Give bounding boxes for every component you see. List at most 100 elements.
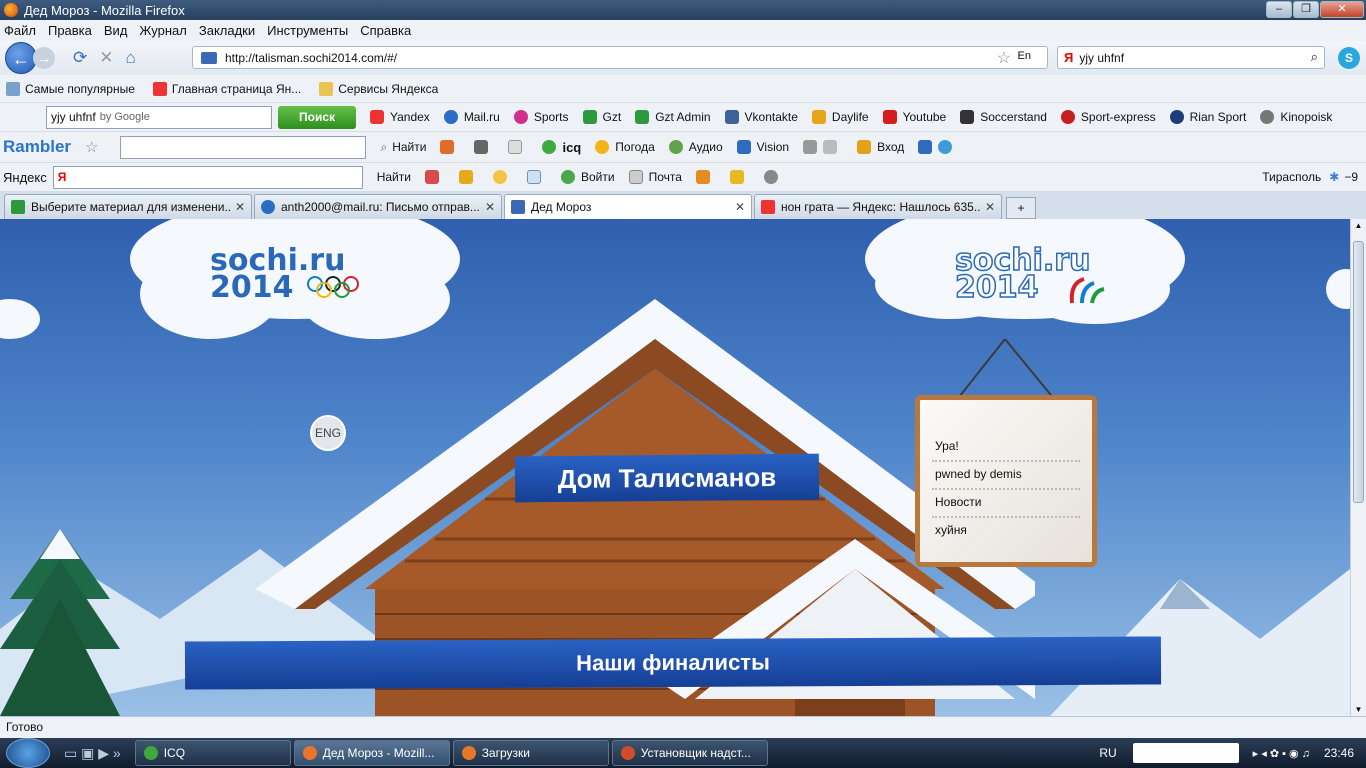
- yandex-spellcheck[interactable]: [526, 170, 547, 184]
- new-tab-button[interactable]: +: [1006, 197, 1036, 219]
- sign-item[interactable]: Новости: [932, 490, 1080, 518]
- sign-item[interactable]: Ура!: [932, 434, 1080, 462]
- language-indicator[interactable]: RU: [1099, 746, 1116, 760]
- menu-help[interactable]: Справка: [360, 23, 411, 38]
- tab-close-icon[interactable]: ✕: [985, 200, 995, 214]
- bookmark-icon: [6, 81, 20, 96]
- link-sport-express[interactable]: Sport-express: [1060, 110, 1156, 124]
- maximize-button[interactable]: ❐: [1293, 1, 1319, 18]
- stop-icon[interactable]: ✕: [99, 48, 113, 68]
- link-kinopoisk[interactable]: Kinopoisk: [1260, 110, 1332, 124]
- bookmark-yandex-home[interactable]: Главная страница Ян...: [152, 81, 301, 96]
- search-engine-icon[interactable]: Я: [1064, 50, 1073, 65]
- link-rian-sport[interactable]: Rian Sport: [1169, 110, 1246, 124]
- bookmark-star-icon[interactable]: ☆: [997, 48, 1011, 68]
- tab-close-icon[interactable]: ✕: [735, 200, 745, 214]
- menu-file[interactable]: Файл: [4, 23, 36, 38]
- rambler-weather[interactable]: Погода: [595, 140, 655, 154]
- taskbar-firefox[interactable]: Дед Мороз - Mozill...: [293, 740, 450, 766]
- rambler-audio[interactable]: Аудио: [668, 140, 723, 154]
- link-youtube[interactable]: Youtube: [882, 110, 946, 124]
- link-yandex[interactable]: Yandex: [370, 110, 430, 124]
- tab-mail[interactable]: anth2000@mail.ru: Письмо отправ... ✕: [254, 194, 502, 219]
- link-vkontakte[interactable]: Vkontakte: [724, 110, 798, 124]
- rambler-login[interactable]: Вход: [857, 140, 904, 154]
- scroll-up-icon[interactable]: ▲: [1351, 219, 1366, 233]
- rambler-pencil[interactable]: [440, 140, 460, 154]
- vertical-scrollbar[interactable]: ▲ ▼: [1350, 219, 1366, 716]
- navigation-sign: Ура! pwned by demis Новости хуйня: [915, 395, 1097, 567]
- link-sports[interactable]: Sports: [513, 110, 569, 124]
- yandex-settings[interactable]: [763, 170, 784, 184]
- weather-widget[interactable]: Тирасполь ✱ −9: [1262, 170, 1358, 184]
- minimize-button[interactable]: –: [1266, 1, 1292, 18]
- close-button[interactable]: ✕: [1320, 1, 1364, 18]
- favorite-star-icon[interactable]: ☆: [85, 138, 98, 156]
- yandex-find-button[interactable]: Найти: [377, 170, 411, 184]
- rambler-search-input[interactable]: [120, 135, 367, 159]
- forward-button[interactable]: →: [33, 47, 55, 69]
- scroll-down-icon[interactable]: ▼: [1351, 705, 1366, 714]
- link-gzt-admin[interactable]: Gzt Admin: [635, 110, 711, 124]
- taskbar-installer[interactable]: Установщик надст...: [611, 740, 768, 766]
- menu-view[interactable]: Вид: [104, 23, 128, 38]
- link-mailru[interactable]: Mail.ru: [443, 110, 500, 124]
- search-box[interactable]: Я yjy uhfnf ⌕: [1057, 46, 1325, 69]
- yandex-pencil[interactable]: [424, 170, 445, 184]
- tab-close-icon[interactable]: ✕: [235, 200, 245, 214]
- scrollbar-thumb[interactable]: [1353, 241, 1364, 503]
- finalists-banner[interactable]: Наши финалисты: [184, 636, 1162, 690]
- pencil-icon: [440, 140, 455, 154]
- menu-bookmarks[interactable]: Закладки: [199, 23, 255, 38]
- rambler-mail[interactable]: [508, 140, 528, 154]
- yandex-label[interactable]: Яндекс: [3, 170, 47, 185]
- google-desktop-search[interactable]: [1132, 743, 1239, 763]
- tab-material[interactable]: Выберите материал для изменени... ✕: [4, 194, 252, 219]
- rambler-icq[interactable]: icq: [542, 140, 581, 155]
- google-search-button[interactable]: Поиск: [278, 105, 356, 129]
- tray-icons[interactable]: ▸ ◂ ✿ ▪ ◉ ♫: [1253, 747, 1310, 760]
- rambler-find-button[interactable]: ⌕ Найти: [380, 140, 426, 155]
- link-daylife[interactable]: Daylife: [811, 110, 869, 124]
- rambler-extras[interactable]: [803, 140, 843, 154]
- quick-launch-icons[interactable]: ▭ ▣ ▶ »: [64, 745, 121, 762]
- bookmark-yandex-services[interactable]: Сервисы Яндекса: [319, 81, 438, 96]
- house-title-banner[interactable]: Дом Талисманов: [514, 453, 820, 503]
- search-icon[interactable]: ⌕: [1311, 49, 1318, 65]
- home-icon[interactable]: ⌂: [126, 48, 136, 68]
- sign-item[interactable]: хуйня: [932, 518, 1080, 544]
- yandex-login[interactable]: Войти: [560, 170, 615, 184]
- language-indicator[interactable]: En: [1018, 50, 1031, 62]
- tab-yandex-search[interactable]: нон грата — Яндекс: Нашлось 635... ✕: [754, 194, 1002, 219]
- taskbar-downloads[interactable]: Загрузки: [452, 740, 609, 766]
- skype-icon[interactable]: S: [1338, 47, 1360, 69]
- tab-ded-moroz[interactable]: Дед Мороз ✕: [504, 194, 752, 219]
- sports-icon: [513, 110, 528, 124]
- sign-item[interactable]: pwned by demis: [932, 462, 1080, 490]
- rambler-tool[interactable]: [474, 140, 494, 154]
- menu-edit[interactable]: Правка: [48, 23, 92, 38]
- rambler-vision[interactable]: Vision: [736, 140, 789, 154]
- rambler-settings[interactable]: [918, 140, 958, 154]
- page-content: sochi.ru 2014 sochi.ru 2014 ENG Ура! pwn…: [0, 219, 1350, 716]
- menu-history[interactable]: Журнал: [139, 23, 186, 38]
- yandex-chat[interactable]: [492, 170, 513, 184]
- reload-icon[interactable]: ⟳: [73, 48, 87, 68]
- yandex-favorites[interactable]: [729, 170, 750, 184]
- audio-icon: [668, 140, 683, 154]
- bookmark-most-visited[interactable]: Самые популярные: [6, 81, 135, 96]
- language-switch-button[interactable]: ENG: [310, 415, 346, 451]
- google-search-input[interactable]: yjy uhfnf by Google: [46, 105, 272, 129]
- yandex-bookmarks[interactable]: [695, 170, 716, 184]
- taskbar-icq[interactable]: ICQ: [134, 740, 291, 766]
- link-gzt[interactable]: Gzt: [582, 110, 621, 124]
- yandex-search-input[interactable]: Я: [52, 165, 363, 189]
- rambler-logo[interactable]: Rambler: [3, 137, 71, 157]
- yandex-stats[interactable]: [458, 170, 479, 184]
- yandex-mail[interactable]: Почта: [628, 170, 682, 184]
- start-button[interactable]: [6, 738, 50, 768]
- tab-close-icon[interactable]: ✕: [485, 200, 495, 214]
- menu-tools[interactable]: Инструменты: [267, 23, 348, 38]
- link-soccerstand[interactable]: Soccerstand: [960, 110, 1047, 124]
- address-bar[interactable]: http://talisman.sochi2014.com/#/ ☆ En: [192, 46, 1048, 69]
